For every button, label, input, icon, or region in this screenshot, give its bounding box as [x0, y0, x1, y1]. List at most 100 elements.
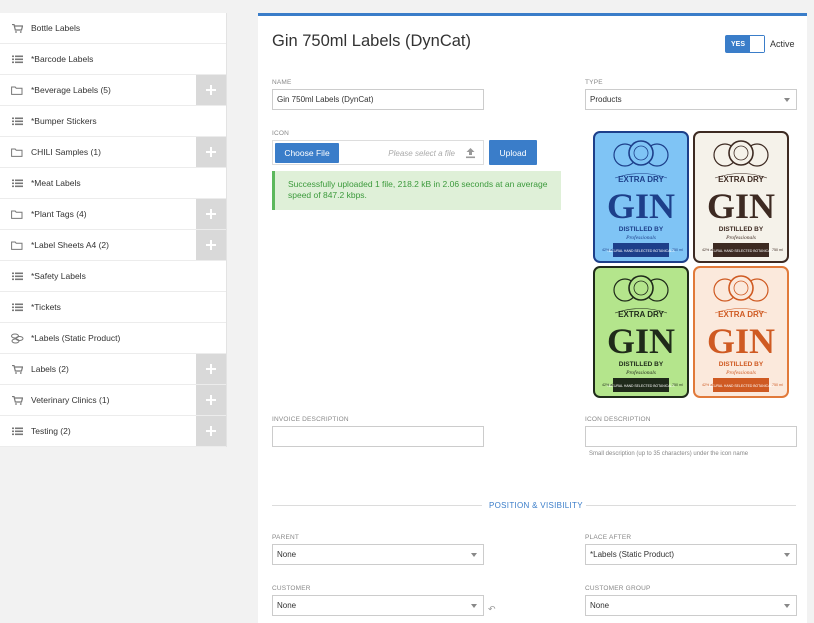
cart-icon: [10, 395, 24, 405]
gin-bottom-text: NATURAL HAND SELECTED BOTANICALS: [707, 249, 775, 253]
gin-by-text: Professionals: [625, 234, 656, 241]
list-icon: [10, 117, 24, 126]
customer-select[interactable]: None: [272, 595, 484, 616]
list-icon: [10, 55, 24, 64]
gin-by-text: Professionals: [725, 369, 756, 376]
sidebar-item-beverage-labels-5[interactable]: *Beverage Labels (5): [0, 75, 226, 106]
white-gin-label: EXTRA DRY GIN DISTILLED BY Professionals NAT…: [693, 131, 789, 263]
choose-file-button[interactable]: Choose File: [275, 143, 339, 163]
icon-label: ICON: [272, 130, 290, 137]
gin-top-text: EXTRA DRY: [718, 175, 764, 184]
place-after-select-value: *Labels (Static Product): [590, 550, 675, 559]
gin-by-text: Professionals: [725, 234, 756, 241]
sidebar-item-plant-tags-4[interactable]: *Plant Tags (4): [0, 199, 226, 230]
place-after-label: PLACE AFTER: [585, 534, 632, 541]
customer-label: CUSTOMER: [272, 585, 311, 592]
sidebar-item-label: *Safety Labels: [31, 271, 86, 281]
gin-vol-text: 750 ml: [672, 383, 683, 387]
gin-word-text: GIN: [707, 186, 775, 226]
invoice-description-label: INVOICE DESCRIPTION: [272, 416, 349, 423]
name-label: NAME: [272, 79, 292, 86]
plus-icon[interactable]: [196, 75, 226, 105]
reset-icon[interactable]: ↶: [488, 604, 496, 615]
sidebar-item-meat-labels[interactable]: *Meat Labels: [0, 168, 226, 199]
plus-icon[interactable]: [196, 385, 226, 415]
customer-select-value: None: [277, 601, 297, 610]
sidebar-item-bumper-stickers[interactable]: *Bumper Stickers: [0, 106, 226, 137]
folder-icon: [10, 148, 24, 157]
gin-distilled-text: DISTILLED BY: [619, 226, 664, 233]
name-input[interactable]: Gin 750ml Labels (DynCat): [272, 89, 484, 110]
place-after-select[interactable]: *Labels (Static Product): [585, 544, 797, 565]
sidebar: Bottle Labels *Barcode Labels *Beverage La…: [0, 13, 227, 447]
sidebar-item-tickets[interactable]: *Tickets: [0, 292, 226, 323]
file-placeholder: Please select a file: [388, 149, 455, 158]
gin-distilled-text: DISTILLED BY: [619, 361, 664, 368]
gin-top-text: EXTRA DRY: [618, 310, 664, 319]
sidebar-item-safety-labels[interactable]: *Safety Labels: [0, 261, 226, 292]
customer-group-select[interactable]: None: [585, 595, 797, 616]
sidebar-item-barcode-labels[interactable]: *Barcode Labels: [0, 44, 226, 75]
sidebar-item-veterinary-clinics-1[interactable]: Veterinary Clinics (1): [0, 385, 226, 416]
customer-group-label: CUSTOMER GROUP: [585, 585, 651, 592]
gin-bottom-text: NATURAL HAND SELECTED BOTANICALS: [607, 249, 675, 253]
chevron-down-icon: [784, 553, 790, 557]
page-title: Gin 750ml Labels (DynCat): [272, 32, 471, 50]
gin-vol-text: 750 ml: [672, 248, 683, 252]
gin-word-text: GIN: [607, 321, 675, 361]
gin-word-text: GIN: [707, 321, 775, 361]
gin-distilled-text: DISTILLED BY: [719, 226, 764, 233]
section-divider-left: [272, 505, 482, 506]
sidebar-item-testing-2[interactable]: Testing (2): [0, 416, 226, 447]
type-select[interactable]: Products: [585, 89, 797, 110]
gin-abv-text: 42% alc: [702, 248, 715, 252]
section-divider-right: [586, 505, 796, 506]
sidebar-item-labels-static-product[interactable]: *Labels (Static Product): [0, 323, 226, 354]
blue-gin-label: EXTRA DRY GIN DISTILLED BY Professionals NAT…: [593, 131, 689, 263]
parent-select[interactable]: None: [272, 544, 484, 565]
plus-icon[interactable]: [196, 354, 226, 384]
gin-word-text: GIN: [607, 186, 675, 226]
parent-label: PARENT: [272, 534, 300, 541]
gin-vol-text: 750 ml: [772, 248, 783, 252]
toggle-knob: [750, 36, 764, 52]
plus-icon[interactable]: [196, 199, 226, 229]
gin-bottom-text: NATURAL HAND SELECTED BOTANICALS: [707, 384, 775, 388]
upload-success-message: Successfully uploaded 1 file, 218.2 kB i…: [272, 171, 561, 210]
position-visibility-heading: POSITION & VISIBILITY: [489, 501, 583, 510]
upload-icon[interactable]: [465, 147, 476, 159]
sidebar-item-label: *Bumper Stickers: [31, 116, 97, 126]
folder-icon: [10, 86, 24, 95]
chevron-down-icon: [471, 604, 477, 608]
folder-icon: [10, 241, 24, 250]
coins-icon: [10, 333, 24, 344]
sidebar-item-label: Bottle Labels: [31, 23, 81, 33]
sidebar-item-label: *Meat Labels: [31, 178, 81, 188]
sidebar-item-labels-2[interactable]: Labels (2): [0, 354, 226, 385]
plus-icon[interactable]: [196, 230, 226, 260]
toggle-yes-text: YES: [726, 36, 750, 52]
plus-icon[interactable]: [196, 137, 226, 167]
invoice-description-input[interactable]: [272, 426, 484, 447]
icon-description-input[interactable]: [585, 426, 797, 447]
chevron-down-icon: [784, 98, 790, 102]
list-icon: [10, 179, 24, 188]
type-select-value: Products: [590, 95, 622, 104]
gin-by-text: Professionals: [625, 369, 656, 376]
gin-top-text: EXTRA DRY: [718, 310, 764, 319]
cart-icon: [10, 364, 24, 374]
sidebar-item-label-sheets-a4-2[interactable]: *Label Sheets A4 (2): [0, 230, 226, 261]
sidebar-item-bottle-labels[interactable]: Bottle Labels: [0, 13, 226, 44]
plus-icon[interactable]: [196, 416, 226, 446]
upload-button[interactable]: Upload: [489, 140, 537, 165]
orange-gin-label: EXTRA DRY GIN DISTILLED BY Professionals NAT…: [693, 266, 789, 398]
sidebar-item-chili-samples-1[interactable]: CHILI Samples (1): [0, 137, 226, 168]
sidebar-item-label: *Barcode Labels: [31, 54, 94, 64]
list-icon: [10, 272, 24, 281]
gin-abv-text: 42% alc: [702, 383, 715, 387]
gin-vol-text: 750 ml: [772, 383, 783, 387]
gin-bottom-text: NATURAL HAND SELECTED BOTANICALS: [607, 384, 675, 388]
active-toggle[interactable]: YES: [725, 35, 765, 53]
type-label: TYPE: [585, 79, 603, 86]
chevron-down-icon: [784, 604, 790, 608]
